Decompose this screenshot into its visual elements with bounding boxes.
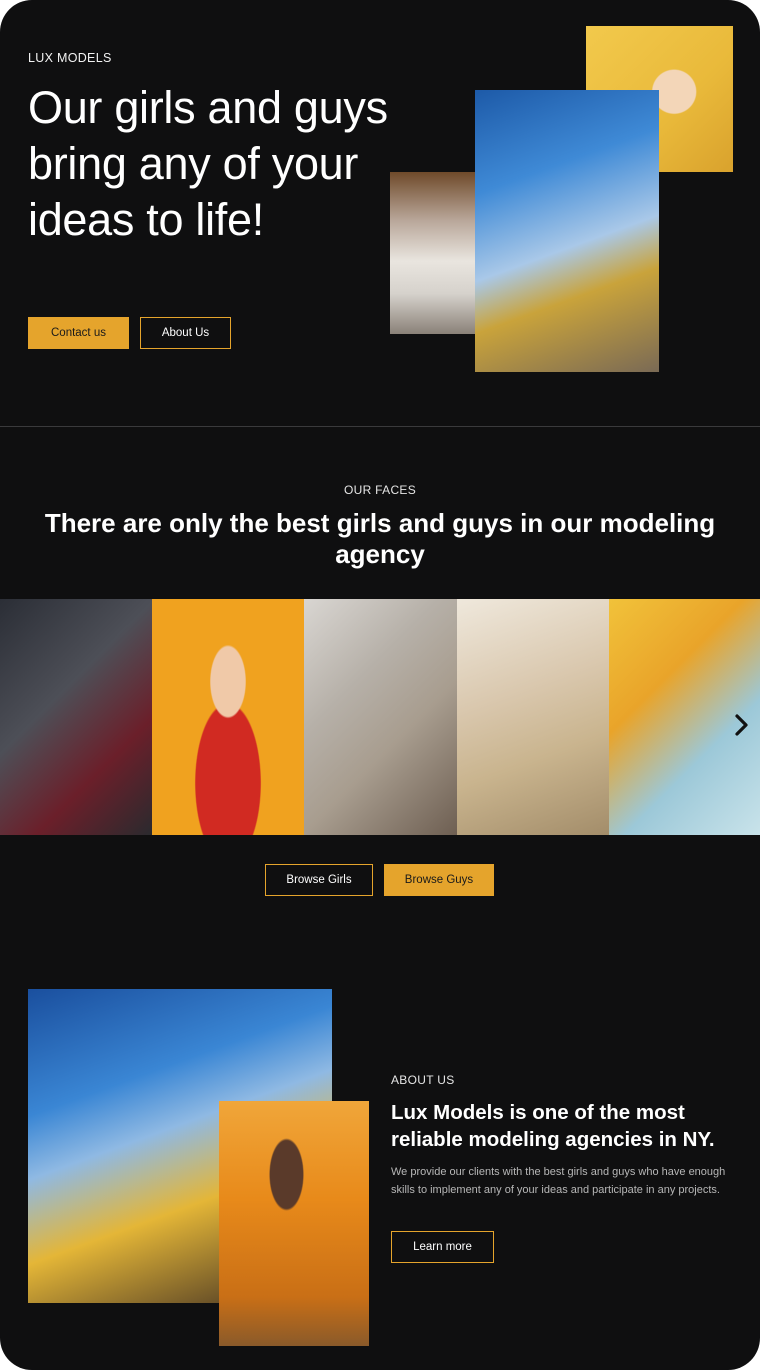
about-us-button[interactable]: About Us [140, 317, 231, 349]
hero-photo-yellow-dress [475, 90, 659, 372]
hero-photo-white-outfit [390, 172, 476, 334]
gallery-photo[interactable] [457, 599, 609, 835]
hero-title: Our girls and guys bring any of your ide… [28, 82, 388, 245]
gallery-photo[interactable] [304, 599, 457, 835]
gallery-photo[interactable] [152, 599, 304, 835]
about-title: Lux Models is one of the most reliable m… [391, 1101, 715, 1151]
faces-gallery [0, 599, 760, 835]
section-divider [0, 426, 760, 427]
about-eyebrow: ABOUT US [391, 1073, 455, 1087]
faces-title: There are only the best girls and guys i… [44, 508, 716, 569]
chevron-right-icon[interactable] [731, 712, 753, 738]
browse-guys-button[interactable]: Browse Guys [384, 864, 494, 896]
gallery-photo[interactable] [0, 599, 152, 835]
about-photo-orange-corridor [219, 1101, 369, 1346]
faces-eyebrow: OUR FACES [343, 483, 417, 497]
browse-girls-button[interactable]: Browse Girls [265, 864, 373, 896]
learn-more-button[interactable]: Learn more [391, 1231, 494, 1263]
about-description: We provide our clients with the best gir… [391, 1166, 726, 1196]
page: LUX MODELS Our girls and guys bring any … [0, 0, 760, 1370]
brand-logo[interactable]: LUX MODELS [28, 51, 112, 65]
contact-us-button[interactable]: Contact us [28, 317, 129, 349]
